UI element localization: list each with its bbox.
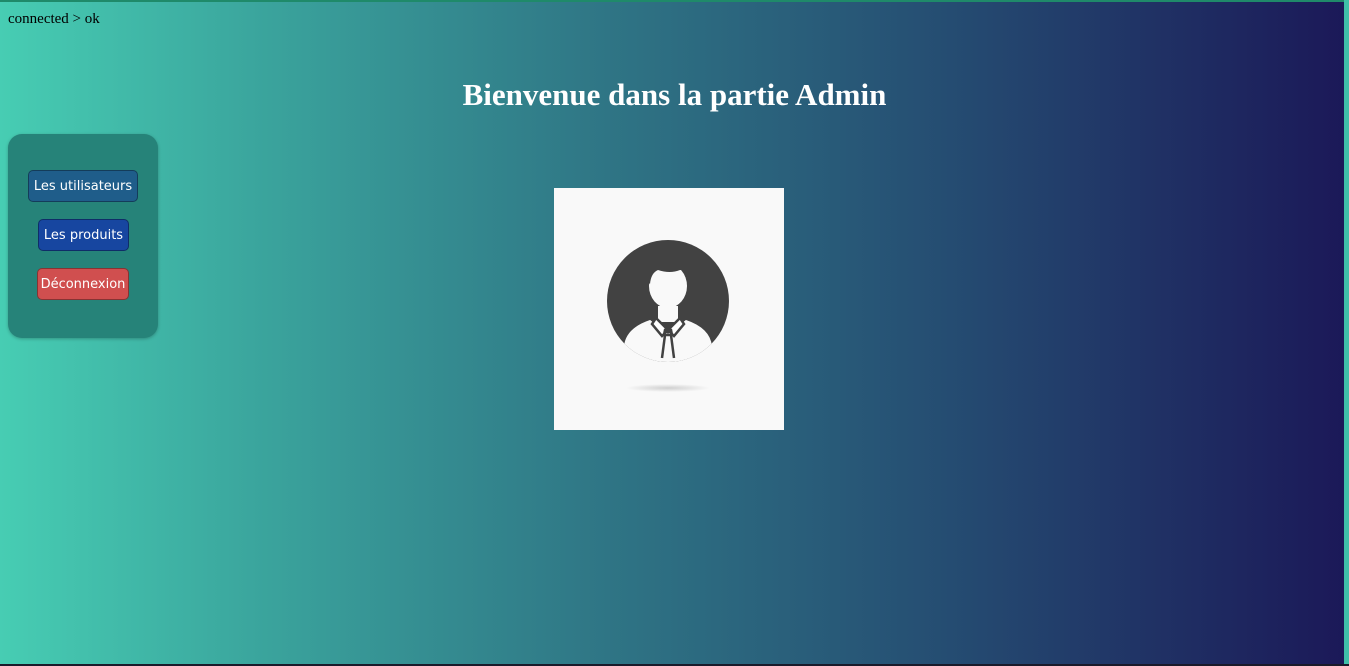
admin-sidebar: Les utilisateurs Les produits Déconnexio…: [8, 134, 158, 338]
connection-status: connected > ok: [8, 11, 100, 27]
page-title: Bienvenue dans la partie Admin: [462, 77, 887, 112]
admin-avatar-card: [554, 188, 784, 430]
logout-button[interactable]: Déconnexion: [37, 268, 129, 300]
user-avatar-icon: [607, 240, 729, 392]
top-border: [0, 0, 1349, 2]
users-button[interactable]: Les utilisateurs: [28, 170, 138, 202]
products-button[interactable]: Les produits: [38, 219, 129, 251]
